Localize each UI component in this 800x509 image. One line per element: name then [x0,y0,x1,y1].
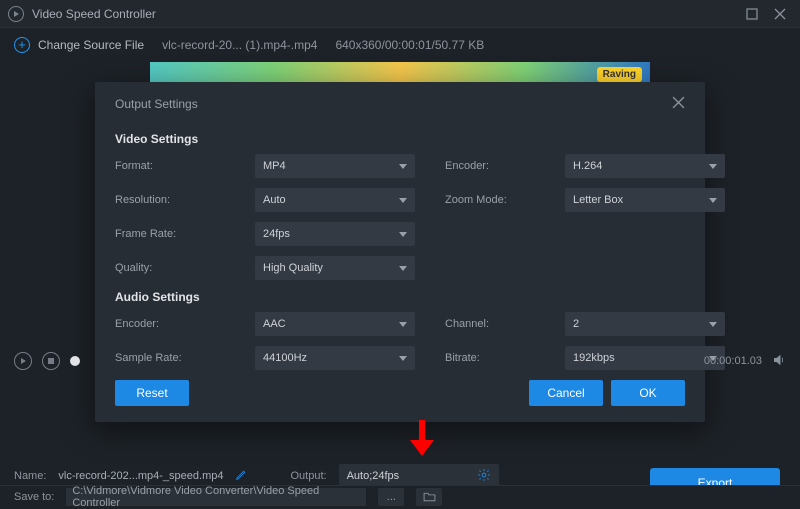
channel-label: Channel: [445,318,535,330]
change-source-label: Change Source File [38,38,144,52]
format-select[interactable]: MP4 [255,154,415,178]
volume-icon[interactable] [772,353,786,370]
audio-encoder-select[interactable]: AAC [255,312,415,336]
reset-button[interactable]: Reset [115,380,189,406]
video-settings-heading: Video Settings [115,132,685,146]
annotation-arrow-icon [404,418,440,458]
video-encoder-select[interactable]: H.264 [565,154,725,178]
save-to-row: Save to: C:\Vidmore\Vidmore Video Conver… [0,485,800,507]
channel-select[interactable]: 2 [565,312,725,336]
output-format-text: Auto;24fps [347,470,400,482]
output-settings-gear-button[interactable] [477,468,491,485]
save-to-label: Save to: [14,491,54,503]
window-close-button[interactable] [768,4,792,24]
chevron-down-icon [399,322,407,327]
format-label: Format: [115,160,225,172]
open-folder-button[interactable] [416,488,442,506]
toolbar: + Change Source File vlc-record-20... (1… [0,28,800,62]
source-fileinfo: 640x360/00:00:01/50.77 KB [335,38,484,52]
output-label: Output: [290,470,326,482]
zoom-mode-select[interactable]: Letter Box [565,188,725,212]
dialog-title: Output Settings [115,97,198,111]
resolution-select[interactable]: Auto [255,188,415,212]
output-filename: vlc-record-202...mp4-_speed.mp4 [58,470,223,482]
play-button[interactable] [14,352,32,370]
app-title: Video Speed Controller [32,7,736,21]
app-logo-icon [8,6,24,22]
frame-rate-label: Frame Rate: [115,228,225,240]
chevron-down-icon [399,266,407,271]
chevron-down-icon [399,164,407,169]
resolution-label: Resolution: [115,194,225,206]
preview-brand: Raving [597,67,642,82]
frame-rate-select[interactable]: 24fps [255,222,415,246]
title-bar: Video Speed Controller [0,0,800,28]
quality-label: Quality: [115,262,225,274]
plus-circle-icon: + [14,37,30,53]
save-path-field[interactable]: C:\Vidmore\Vidmore Video Converter\Video… [66,488,366,506]
player-controls: 00:00:01.03 [14,352,786,370]
stop-button[interactable] [42,352,60,370]
audio-encoder-label: Encoder: [115,318,225,330]
ok-button[interactable]: OK [611,380,685,406]
chevron-down-icon [709,322,717,327]
cancel-button[interactable]: Cancel [529,380,603,406]
source-filename: vlc-record-20... (1).mp4-.mp4 [162,38,317,52]
chevron-down-icon [709,198,717,203]
edit-name-button[interactable] [235,468,248,484]
chevron-down-icon [399,198,407,203]
video-encoder-label: Encoder: [445,160,535,172]
timeline-playhead[interactable] [70,356,80,366]
duration-text: 00:00:01.03 [704,355,762,367]
quality-select[interactable]: High Quality [255,256,415,280]
video-settings-grid: Format: MP4 Encoder: H.264 Resolution: A… [115,154,685,280]
change-source-button[interactable]: + Change Source File [14,37,144,53]
dialog-close-button[interactable] [672,96,685,112]
window-maximize-button[interactable] [740,4,764,24]
browse-button[interactable]: ... [378,488,404,506]
zoom-mode-label: Zoom Mode: [445,194,535,206]
audio-settings-heading: Audio Settings [115,290,685,304]
chevron-down-icon [709,164,717,169]
output-settings-dialog: Output Settings Video Settings Format: M… [95,82,705,422]
chevron-down-icon [399,232,407,237]
name-label: Name: [14,470,46,482]
